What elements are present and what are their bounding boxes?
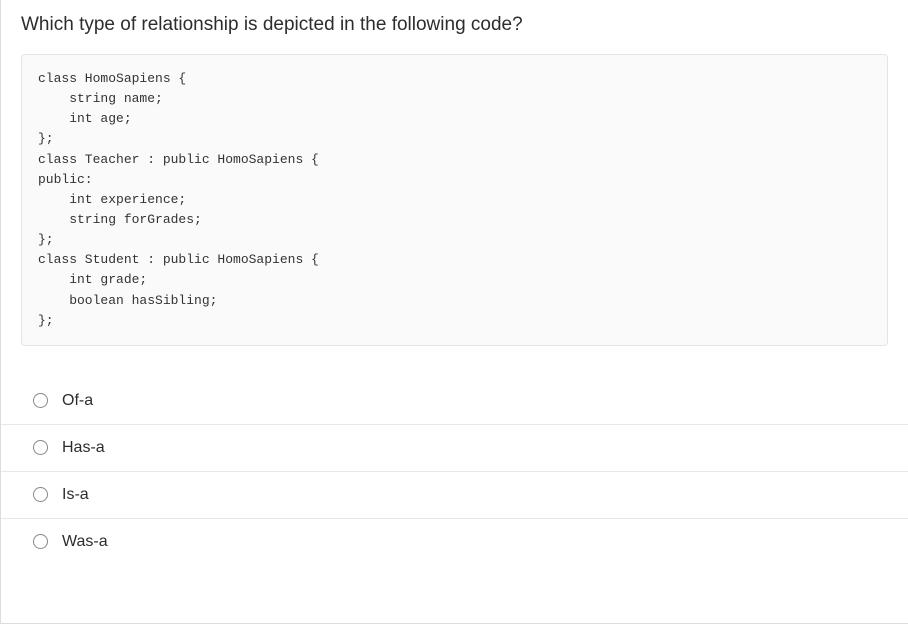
options-block: Of-a Has-a Is-a Was-a [1,378,908,565]
radio-icon [33,487,48,502]
question-title: Which type of relationship is depicted i… [1,0,908,54]
option-was-a[interactable]: Was-a [1,518,908,565]
option-label: Is-a [62,486,89,504]
radio-icon [33,440,48,455]
question-container: Which type of relationship is depicted i… [0,0,908,624]
code-block: class HomoSapiens { string name; int age… [21,54,888,346]
radio-icon [33,534,48,549]
radio-icon [33,393,48,408]
option-of-a[interactable]: Of-a [1,378,908,424]
option-is-a[interactable]: Is-a [1,471,908,518]
option-label: Was-a [62,533,108,551]
option-label: Has-a [62,439,105,457]
option-has-a[interactable]: Has-a [1,424,908,471]
option-label: Of-a [62,392,93,410]
